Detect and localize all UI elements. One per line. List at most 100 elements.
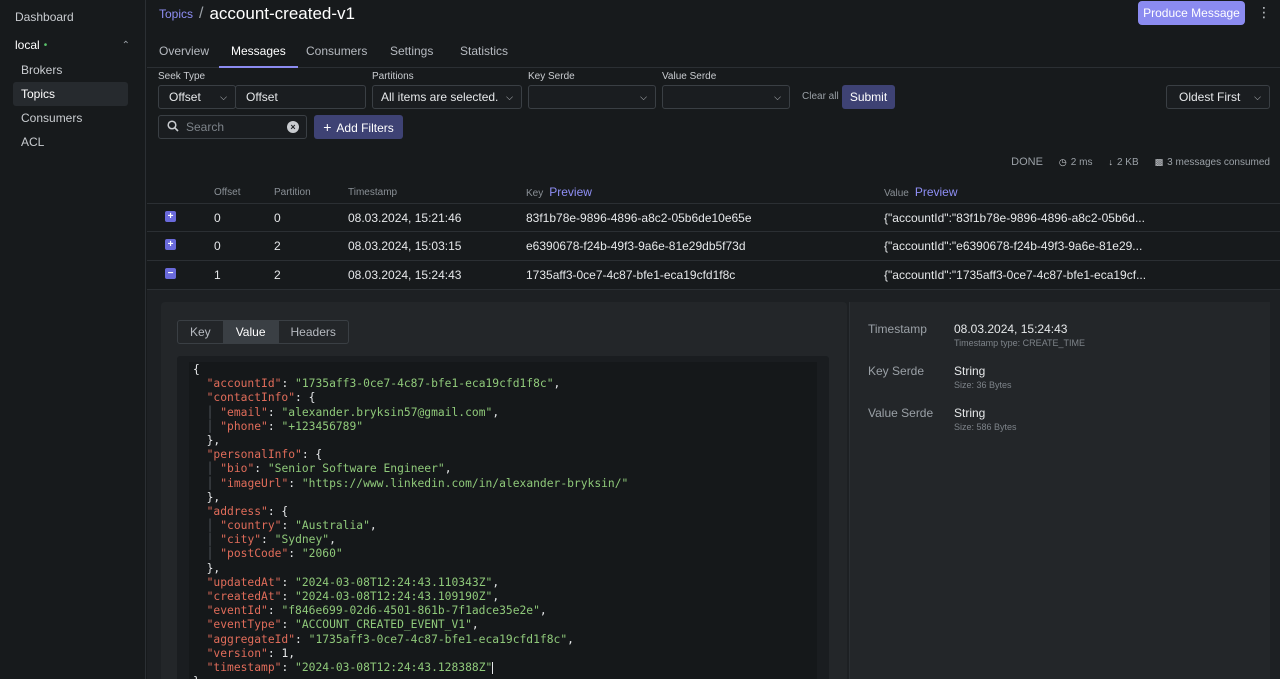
clear-search-icon[interactable]: ×: [287, 121, 299, 133]
json-editor[interactable]: { "accountId": "1735aff3-0ce7-4c87-bfe1-…: [189, 362, 817, 679]
partitions-value: All items are selected.: [381, 90, 499, 104]
json-eventType: ACCOUNT_CREATED_EVENT_V1: [301, 618, 466, 632]
sidebar-item-topics[interactable]: Topics: [13, 82, 128, 106]
json-postCode: 2060: [308, 547, 336, 561]
json-updatedAt: 2024-03-08T12:24:43.110343Z: [301, 575, 486, 589]
row-value: {"accountId":"1735aff3-0ce7-4c87-bfe1-ec…: [884, 268, 1147, 282]
tab-statistics[interactable]: Statistics: [448, 38, 520, 68]
expand-row-icon[interactable]: +: [165, 239, 176, 250]
row-value: {"accountId":"e6390678-f24b-49f3-9a6e-81…: [884, 239, 1143, 253]
chevron-down-icon: ⌵: [506, 92, 513, 102]
table-row[interactable]: + 0 2 08.03.2024, 15:03:15 e6390678-f24b…: [147, 231, 1280, 259]
seek-offset-input[interactable]: Offset: [235, 85, 366, 109]
key-serde-select[interactable]: ⌵: [528, 85, 656, 109]
partitions-label: Partitions: [372, 71, 414, 82]
json-createdAt: 2024-03-08T12:24:43.109190Z: [301, 590, 486, 603]
row-key: 83f1b78e-9896-4896-a8c2-05b6de10e65e: [526, 211, 752, 225]
json-phone: +123456789: [288, 419, 357, 433]
key-preview-link[interactable]: Preview: [549, 185, 592, 199]
add-filters-label: Add Filters: [336, 121, 394, 135]
collapse-row-icon[interactable]: −: [165, 268, 176, 279]
json-viewer: { "accountId": "1735aff3-0ce7-4c87-bfe1-…: [177, 356, 829, 679]
elapsed-time: 2 ms: [1070, 156, 1093, 168]
value-preview-link[interactable]: Preview: [915, 185, 958, 199]
sort-order-select[interactable]: Oldest First ⌵: [1166, 85, 1270, 109]
row-timestamp: 08.03.2024, 15:21:46: [348, 211, 462, 225]
json-imageUrl: https://www.linkedin.com/in/alexander-br…: [308, 476, 622, 490]
tab-messages[interactable]: Messages: [219, 38, 298, 68]
more-options-icon[interactable]: ⋮: [1257, 4, 1271, 21]
cluster-status-dot: •: [43, 39, 48, 51]
messages-table-header: Offset Partition Timestamp Key Preview Va…: [147, 182, 1280, 202]
cluster-name: local: [15, 38, 40, 52]
header-offset: Offset: [214, 187, 241, 198]
search-input[interactable]: [186, 118, 281, 136]
tab-headers[interactable]: Headers: [279, 321, 348, 343]
json-bio: Senior Software Engineer: [274, 462, 438, 476]
expand-row-icon[interactable]: +: [165, 211, 176, 222]
row-offset: 1: [214, 268, 221, 282]
meta-value-serde-value: String: [954, 406, 986, 420]
arrow-down-icon: ↓: [1108, 157, 1113, 167]
row-partition: 0: [274, 211, 281, 225]
sidebar-item-consumers[interactable]: Consumers: [13, 106, 128, 130]
plus-icon: +: [323, 119, 332, 135]
header-key: Key: [526, 188, 544, 199]
page-title: account-created-v1: [209, 4, 355, 23]
sort-order-value: Oldest First: [1179, 90, 1241, 104]
row-value: {"accountId":"83f1b78e-9896-4896-a8c2-05…: [884, 211, 1145, 225]
breadcrumb-topics-link[interactable]: Topics: [159, 7, 193, 21]
row-timestamp: 08.03.2024, 15:03:15: [348, 239, 462, 253]
message-detail: Key Value Headers { "accountId": "1735af…: [147, 289, 1280, 679]
header-timestamp: Timestamp: [348, 187, 398, 198]
table-row[interactable]: + 0 0 08.03.2024, 15:21:46 83f1b78e-9896…: [147, 203, 1280, 231]
json-city: Sydney: [281, 533, 323, 547]
search-box: ×: [158, 115, 307, 139]
seek-type-select[interactable]: Offset ⌵: [158, 85, 236, 109]
search-icon: [167, 120, 179, 132]
tab-consumers[interactable]: Consumers: [294, 38, 379, 68]
sidebar: Dashboard local • ⌃ Brokers Topics Consu…: [0, 0, 146, 679]
bytes-consumed: 2 KB: [1116, 156, 1139, 168]
sidebar-item-dashboard[interactable]: Dashboard: [15, 10, 74, 24]
submit-button[interactable]: Submit: [842, 85, 895, 109]
messages-consumed: 3 messages consumed: [1167, 156, 1270, 168]
partitions-select[interactable]: All items are selected. ⌵: [372, 85, 522, 109]
clock-icon: ◷: [1058, 156, 1067, 167]
key-serde-label: Key Serde: [528, 71, 575, 82]
seek-type-label: Seek Type: [158, 71, 206, 82]
produce-message-button[interactable]: Produce Message: [1138, 1, 1245, 25]
row-offset: 0: [214, 239, 221, 253]
sidebar-item-acl[interactable]: ACL: [13, 130, 128, 154]
tab-overview[interactable]: Overview: [147, 38, 221, 68]
breadcrumb-separator: /: [199, 5, 204, 22]
row-partition: 2: [274, 239, 281, 253]
json-aggregateId: 1735aff3-0ce7-4c87-bfe1-eca19cfd1f8c: [315, 632, 561, 646]
row-timestamp: 08.03.2024, 15:24:43: [348, 268, 462, 282]
meta-timestamp-type: Timestamp type: CREATE_TIME: [954, 338, 1086, 348]
meta-key-serde-label: Key Serde: [868, 364, 925, 378]
add-filters-button[interactable]: + Add Filters: [314, 115, 403, 139]
row-offset: 0: [214, 211, 221, 225]
seek-type-value: Offset: [169, 90, 201, 104]
meta-key-serde-value: String: [954, 364, 986, 378]
row-key: 1735aff3-0ce7-4c87-bfe1-eca19cfd1f8c: [526, 268, 736, 282]
meta-timestamp-value: 08.03.2024, 15:24:43: [954, 322, 1068, 336]
chevron-down-icon: ⌵: [220, 92, 227, 102]
tab-settings[interactable]: Settings: [378, 38, 445, 68]
json-eventId: f846e699-02d6-4501-861b-7f1adce35e2e: [288, 604, 534, 618]
tab-value[interactable]: Value: [223, 321, 279, 343]
json-accountId: 1735aff3-0ce7-4c87-bfe1-eca19cfd1f8c: [301, 377, 547, 391]
table-row[interactable]: − 1 2 08.03.2024, 15:24:43 1735aff3-0ce7…: [147, 260, 1280, 288]
value-serde-select[interactable]: ⌵: [662, 85, 790, 109]
meta-value-serde-label: Value Serde: [868, 406, 934, 420]
status-text: DONE: [1011, 156, 1043, 168]
row-partition: 2: [274, 268, 281, 282]
tab-key[interactable]: Key: [178, 321, 224, 343]
sidebar-item-brokers[interactable]: Brokers: [13, 58, 128, 82]
cluster-toggle[interactable]: local • ⌃: [15, 38, 130, 52]
json-email: alexander.bryksin57@gmail.com: [288, 405, 486, 419]
breadcrumb: Topics / account-created-v1: [159, 4, 355, 24]
topic-tabs: Overview Messages Consumers Settings Sta…: [147, 38, 1280, 68]
clear-all-button[interactable]: Clear all: [802, 91, 839, 102]
